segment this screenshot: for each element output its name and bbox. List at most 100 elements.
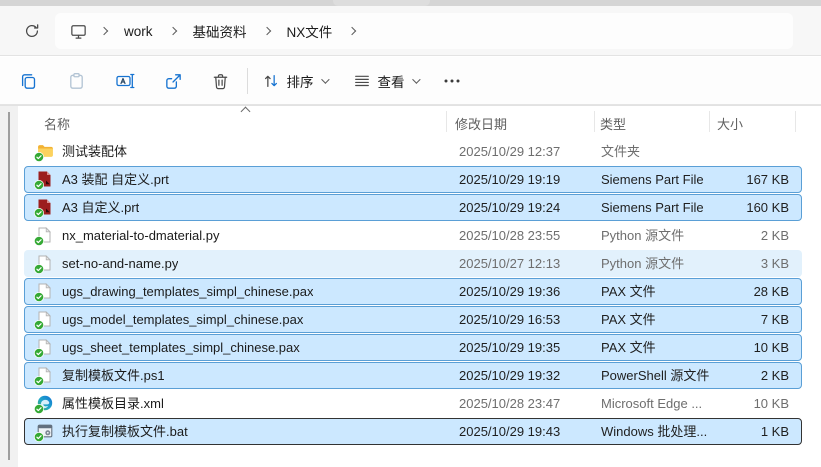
rename-button[interactable] [107, 64, 143, 98]
column-header-type[interactable]: 类型 [600, 114, 626, 133]
refresh-icon [25, 24, 39, 37]
file-icon-slot [34, 367, 54, 386]
sort-button[interactable]: 排序 [256, 64, 332, 98]
file-name: set-no-and-name.py [62, 256, 179, 271]
sync-ok-icon [34, 264, 44, 274]
file-row[interactable]: A3 自定义.prt 2025/10/29 19:24 Siemens Part… [24, 194, 802, 221]
address-bar[interactable]: work 基础资料 NX文件 [55, 13, 793, 49]
column-headers: 名称 修改日期 类型 大小 [18, 106, 821, 137]
file-date: 2025/10/29 19:36 [459, 284, 561, 299]
file-icon-slot [34, 227, 54, 246]
delete-button[interactable] [202, 64, 238, 98]
prt-icon-slot [34, 171, 54, 190]
file-type: PAX 文件 [601, 312, 656, 327]
file-row[interactable]: 测试装配体 2025/10/29 12:37 文件夹 [24, 138, 802, 165]
column-header-name[interactable]: 名称 [44, 114, 70, 133]
file-type: PAX 文件 [601, 284, 656, 299]
command-toolbar: 排序 查看 [0, 57, 821, 105]
column-separator[interactable] [795, 111, 796, 132]
file-row[interactable]: A3 装配 自定义.prt 2025/10/29 19:19 Siemens P… [24, 166, 802, 193]
file-row[interactable]: set-no-and-name.py 2025/10/27 12:13 Pyth… [24, 250, 802, 277]
file-type: Python 源文件 [601, 228, 685, 243]
view-button[interactable]: 查看 [348, 64, 422, 98]
file-type: Siemens Part File [601, 200, 704, 215]
file-icon-slot [34, 311, 54, 330]
file-list: 测试装配体 2025/10/29 12:37 文件夹 A3 装配 自定义.prt… [0, 138, 821, 446]
file-date: 2025/10/29 19:43 [459, 424, 561, 439]
sort-label: 排序 [286, 75, 314, 90]
share-icon [165, 73, 181, 89]
file-date: 2025/10/29 12:37 [459, 144, 561, 159]
share-button[interactable] [155, 64, 191, 98]
file-size: 7 KB [760, 312, 789, 327]
file-row[interactable]: ugs_sheet_templates_simpl_chinese.pax 20… [24, 334, 802, 361]
file-name: 测试装配体 [62, 144, 128, 159]
file-size: 2 KB [760, 368, 789, 383]
breadcrumb-item-base-data[interactable]: 基础资料 [183, 17, 257, 45]
more-options-button[interactable] [432, 64, 472, 98]
file-row[interactable]: 属性模板目录.xml 2025/10/28 23:47 Microsoft Ed… [24, 390, 802, 417]
file-name: ugs_model_templates_simpl_chinese.pax [62, 312, 304, 327]
file-name: A3 装配 自定义.prt [62, 172, 169, 187]
column-separator[interactable] [446, 111, 447, 132]
sort-icon [264, 74, 277, 88]
breadcrumb-item-nx-files[interactable]: NX文件 [277, 17, 343, 45]
file-row[interactable]: 复制模板文件.ps1 2025/10/29 19:32 PowerShell 源… [24, 362, 802, 389]
file-icon-slot [34, 339, 54, 358]
file-type: PowerShell 源文件 [601, 368, 710, 383]
file-size: 10 KB [753, 396, 789, 411]
file-row[interactable]: nx_material-to-dmaterial.py 2025/10/28 2… [24, 222, 802, 249]
prt-icon-slot [34, 199, 54, 218]
file-row[interactable]: ugs_drawing_templates_simpl_chinese.pax … [24, 278, 802, 305]
file-name: ugs_drawing_templates_simpl_chinese.pax [62, 284, 314, 299]
file-name: ugs_sheet_templates_simpl_chinese.pax [62, 340, 300, 355]
chevron-right-icon [348, 26, 357, 36]
sync-ok-icon [34, 180, 44, 190]
folder-icon-slot [34, 143, 54, 162]
bat-icon-slot [34, 423, 54, 442]
file-date: 2025/10/29 19:24 [459, 200, 561, 215]
rename-icon [116, 73, 135, 89]
file-date: 2025/10/27 12:13 [459, 256, 561, 271]
breadcrumb-item-work[interactable]: work [114, 20, 163, 43]
paste-button[interactable] [58, 64, 94, 98]
file-row[interactable]: ugs_model_templates_simpl_chinese.pax 20… [24, 306, 802, 333]
column-header-date[interactable]: 修改日期 [455, 114, 507, 133]
toolbar-divider [247, 68, 248, 94]
file-date: 2025/10/29 19:35 [459, 340, 561, 355]
file-name: A3 自定义.prt [62, 200, 140, 215]
view-icon [354, 75, 369, 87]
refresh-button[interactable] [18, 20, 46, 42]
sync-ok-icon [34, 432, 44, 442]
explorer-window: { "breadcrumb": { "items": ["work", "基础资… [0, 0, 821, 467]
file-type: Siemens Part File [601, 172, 704, 187]
file-name: 属性模板目录.xml [62, 396, 164, 411]
sort-ascending-icon [240, 106, 251, 117]
file-type: PAX 文件 [601, 340, 656, 355]
chevron-down-icon [320, 75, 330, 84]
chevron-right-icon [262, 26, 271, 36]
file-type: Python 源文件 [601, 256, 685, 271]
sync-ok-icon [34, 208, 44, 218]
file-type: Microsoft Edge ... [601, 396, 703, 411]
sync-ok-icon [34, 404, 44, 414]
file-type: Windows 批处理... [601, 424, 708, 439]
navigation-bar: work 基础资料 NX文件 [0, 6, 821, 56]
sync-ok-icon [34, 376, 44, 386]
chevron-right-icon [99, 26, 109, 36]
column-header-size[interactable]: 大小 [717, 114, 743, 133]
file-date: 2025/10/29 16:53 [459, 312, 561, 327]
file-icon-slot [34, 255, 54, 274]
column-separator[interactable] [594, 111, 595, 132]
sync-ok-icon [34, 152, 44, 162]
copy-button[interactable] [10, 64, 46, 98]
delete-icon [213, 73, 227, 89]
column-separator[interactable] [709, 111, 710, 132]
file-size: 1 KB [760, 424, 789, 439]
more-icon [444, 79, 460, 83]
file-row[interactable]: 执行复制模板文件.bat 2025/10/29 19:43 Windows 批处… [24, 418, 802, 445]
file-date: 2025/10/28 23:55 [459, 228, 561, 243]
file-size: 28 KB [753, 284, 789, 299]
file-size: 167 KB [746, 172, 789, 187]
this-pc-icon [69, 22, 88, 41]
